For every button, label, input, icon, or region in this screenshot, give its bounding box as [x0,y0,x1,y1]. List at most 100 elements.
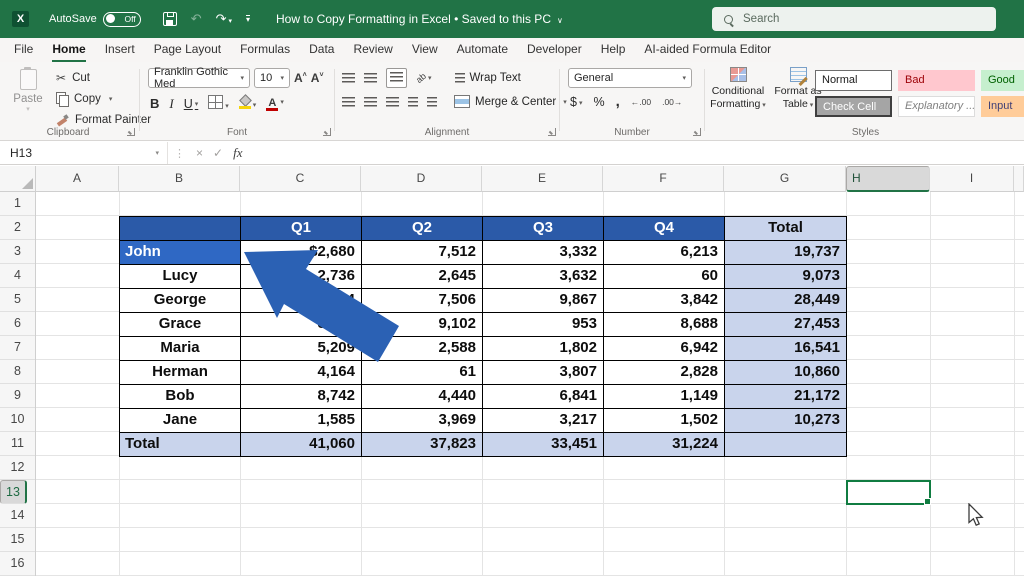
table-cell-value[interactable]: 3,807 [483,361,604,385]
increase-indent-icon[interactable] [427,97,437,107]
style-explanatory-[interactable]: Explanatory ... [898,96,975,117]
underline-button[interactable]: U [184,97,199,111]
insert-function-icon[interactable]: fx [233,145,242,161]
table-cell-value[interactable]: 41,060 [241,433,362,457]
enter-icon[interactable]: ✓ [213,146,223,160]
table-cell-total[interactable] [725,433,847,457]
row-header-16[interactable]: 16 [0,552,35,576]
row-header-4[interactable]: 4 [0,264,35,288]
tab-formulas[interactable]: Formulas [240,38,290,62]
row-header-10[interactable]: 10 [0,408,35,432]
table-cell-value[interactable]: 2,645 [362,265,483,289]
row-header-15[interactable]: 15 [0,528,35,552]
table-cell-value[interactable]: 7,512 [362,241,483,265]
table-cell-value[interactable]: 5,209 [241,337,362,361]
tab-help[interactable]: Help [601,38,626,62]
cancel-icon[interactable]: × [196,146,203,160]
search-box[interactable] [712,7,996,31]
bold-button[interactable]: B [150,96,159,111]
table-cell-value[interactable]: 33,451 [483,433,604,457]
table-cell-value[interactable]: 7,506 [362,289,483,313]
table-cell-value[interactable]: 3,217 [483,409,604,433]
align-right-icon[interactable] [386,97,399,107]
tab-home[interactable]: Home [52,38,85,62]
table-cell-value[interactable]: 6,841 [483,385,604,409]
fill-handle[interactable] [924,498,931,505]
wrap-text-button[interactable]: Wrap Text [455,72,521,84]
row-header-1[interactable]: 1 [0,192,35,216]
table-cell-value[interactable]: 6,213 [604,241,725,265]
redo-icon[interactable]: ↷ ▾ [216,11,232,27]
row-header-2[interactable]: 2 [0,216,35,240]
tab-review[interactable]: Review [353,38,392,62]
table-cell-value[interactable]: 1,149 [604,385,725,409]
increase-font-icon[interactable]: A˄ [294,71,307,85]
font-dialog-launcher-icon[interactable] [323,128,331,136]
search-input[interactable] [741,12,945,26]
tab-view[interactable]: View [412,38,438,62]
table-cell-total[interactable]: 21,172 [725,385,847,409]
align-left-icon[interactable] [342,97,355,107]
table-cell-value[interactable]: 8,688 [604,313,725,337]
document-title[interactable]: How to Copy Formatting in Excel • Saved … [276,12,563,26]
column-header-c[interactable]: C [240,166,361,192]
table-cell-name-herman[interactable]: Herman [120,361,241,385]
table-cell-value[interactable]: 9,867 [483,289,604,313]
cut-button[interactable]: ✂Cut [56,67,151,88]
autosave-switch-icon[interactable]: Off [103,12,141,27]
table-cell-value[interactable]: 31,224 [604,433,725,457]
column-header-partial[interactable] [1014,166,1024,192]
align-top-icon[interactable] [342,73,355,83]
table-cell-value[interactable]: 6,942 [604,337,725,361]
row-header-14[interactable]: 14 [0,504,35,528]
number-dialog-launcher-icon[interactable] [693,128,701,136]
table-cell-total[interactable]: 28,449 [725,289,847,313]
paste-button[interactable]: Paste ▾ [7,67,49,131]
style-bad[interactable]: Bad [898,70,975,91]
table-cell-name-total[interactable]: Total [120,433,241,457]
row-header-11[interactable]: 11 [0,432,35,456]
orientation-button[interactable]: ab [416,72,432,84]
tab-page-layout[interactable]: Page Layout [154,38,221,62]
table-cell-total[interactable]: 16,541 [725,337,847,361]
tab-automate[interactable]: Automate [457,38,508,62]
row-header-13[interactable]: 13 [0,480,27,504]
decrease-font-icon[interactable]: A˅ [311,71,324,85]
table-corner-cell[interactable] [120,217,241,241]
table-cell-total[interactable]: 10,273 [725,409,847,433]
row-header-12[interactable]: 12 [0,456,35,480]
row-header-5[interactable]: 5 [0,288,35,312]
column-header-f[interactable]: F [603,166,724,192]
undo-icon[interactable]: ↶ [191,11,202,27]
name-box[interactable]: H13▾ [0,142,168,164]
column-header-g[interactable]: G [724,166,846,192]
table-cell-name-lucy[interactable]: Lucy [120,265,241,289]
table-cell-value[interactable]: 60 [604,265,725,289]
decrease-indent-icon[interactable] [408,97,418,107]
column-header-d[interactable]: D [361,166,482,192]
style-input[interactable]: Input [981,96,1024,117]
table-header-total[interactable]: Total [725,217,847,241]
style-check-cell[interactable]: Check Cell [815,96,892,117]
table-cell-value[interactable]: 3,632 [483,265,604,289]
table-cell-name-bob[interactable]: Bob [120,385,241,409]
borders-button[interactable] [208,95,229,112]
tab-ai-aided-formula-editor[interactable]: AI-aided Formula Editor [644,38,771,62]
alignment-dialog-launcher-icon[interactable] [548,128,556,136]
table-cell-value[interactable]: 3,969 [362,409,483,433]
tab-data[interactable]: Data [309,38,334,62]
percent-format-button[interactable]: % [593,95,604,109]
row-header-9[interactable]: 9 [0,384,35,408]
copy-button[interactable]: Copy [56,88,151,109]
table-cell-value[interactable]: 4,164 [241,361,362,385]
table-cell-value[interactable]: 37,823 [362,433,483,457]
table-cell-name-john[interactable]: John [120,241,241,265]
table-cell-value[interactable]: 61 [362,361,483,385]
row-header-6[interactable]: 6 [0,312,35,336]
table-cell-name-maria[interactable]: Maria [120,337,241,361]
font-size-select[interactable]: 10▾ [254,68,290,88]
font-color-button[interactable]: A [266,97,284,111]
table-cell-value[interactable]: 953 [483,313,604,337]
column-header-i[interactable]: I [930,166,1014,192]
table-cell-value[interactable]: 4,440 [362,385,483,409]
